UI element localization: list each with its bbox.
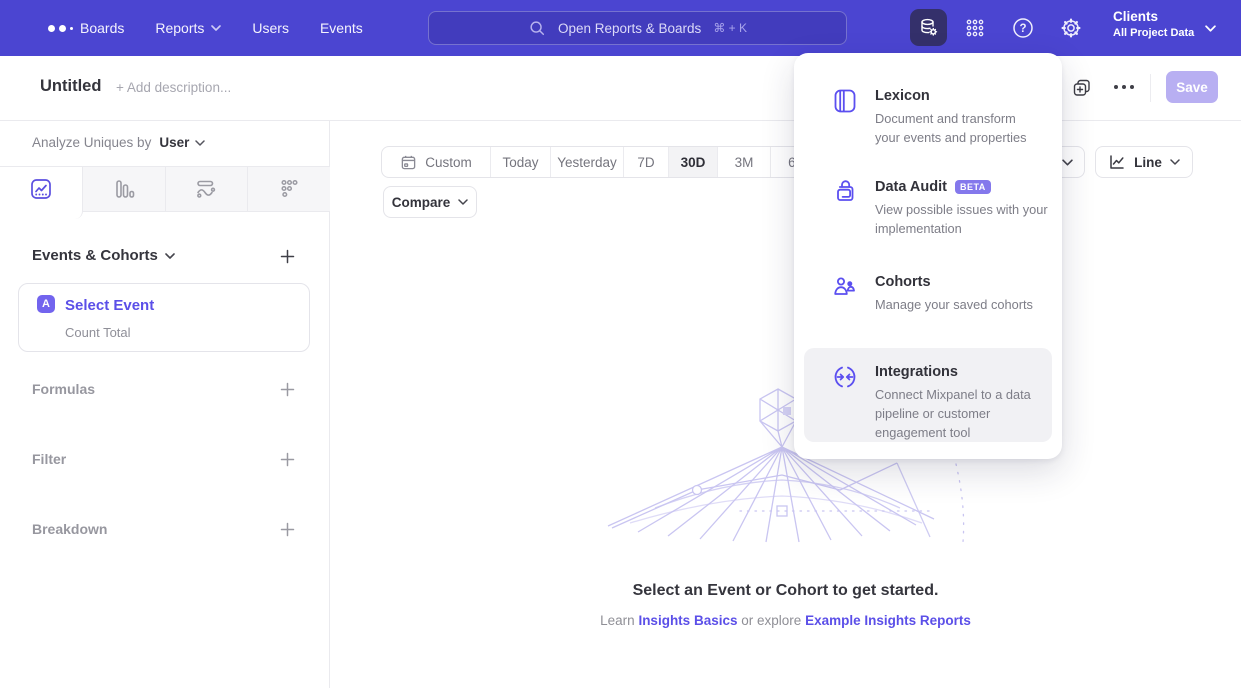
analyze-by-selector[interactable]: Analyze Uniques by User bbox=[32, 135, 205, 150]
nav-boards[interactable]: Boards bbox=[80, 20, 124, 36]
metrics-grid-icon bbox=[277, 177, 301, 201]
analyze-value: User bbox=[159, 135, 189, 150]
account-switcher[interactable]: Clients All Project Data bbox=[1113, 9, 1194, 39]
cohorts-people-icon bbox=[832, 274, 858, 300]
report-title[interactable]: Untitled bbox=[40, 77, 101, 96]
more-options-button[interactable] bbox=[1114, 85, 1134, 89]
tab-bar-chart[interactable] bbox=[83, 167, 166, 211]
insights-basics-link[interactable]: Insights Basics bbox=[638, 613, 737, 628]
help-button[interactable]: ? bbox=[1009, 14, 1037, 42]
filter-label: Filter bbox=[32, 451, 66, 467]
save-button[interactable]: Save bbox=[1166, 71, 1218, 103]
add-breakdown-button[interactable] bbox=[278, 520, 296, 538]
add-description-field[interactable]: + Add description... bbox=[116, 80, 231, 95]
data-audit-icon bbox=[833, 179, 858, 204]
settings-button[interactable] bbox=[1057, 14, 1085, 42]
select-event-label: Select Event bbox=[65, 297, 154, 314]
chevron-down-icon[interactable] bbox=[1205, 25, 1216, 32]
menu-item-data-audit[interactable]: Data AuditBETA View possible issues with… bbox=[794, 179, 1062, 238]
query-sidebar: Analyze Uniques by User bbox=[0, 121, 330, 688]
plus-icon bbox=[280, 382, 295, 397]
date-range-control: Custom Today Yesterday 7D 30D 3M 6M bbox=[381, 146, 825, 178]
range-today[interactable]: Today bbox=[491, 147, 551, 177]
line-chart-icon bbox=[29, 177, 53, 201]
lexicon-book-icon bbox=[832, 88, 858, 114]
nav-users[interactable]: Users bbox=[252, 20, 289, 36]
chart-type-tabs bbox=[0, 166, 330, 212]
breakdown-label: Breakdown bbox=[32, 521, 107, 537]
example-reports-link[interactable]: Example Insights Reports bbox=[805, 613, 971, 628]
tab-stacked-chart[interactable] bbox=[166, 167, 249, 211]
chevron-down-icon bbox=[195, 140, 205, 146]
range-30d[interactable]: 30D bbox=[669, 147, 718, 177]
chevron-down-icon bbox=[1170, 159, 1180, 165]
beta-badge: BETA bbox=[955, 180, 991, 194]
menu-item-integrations[interactable]: Integrations Connect Mixpanel to a datap… bbox=[794, 364, 1062, 442]
tab-line-chart[interactable] bbox=[0, 167, 83, 211]
empty-state-title: Select an Event or Cohort to get started… bbox=[330, 582, 1241, 600]
bar-chart-icon bbox=[112, 177, 136, 201]
nav-events[interactable]: Events bbox=[320, 20, 363, 36]
range-yesterday[interactable]: Yesterday bbox=[551, 147, 624, 177]
plus-icon bbox=[280, 522, 295, 537]
range-3m[interactable]: 3M bbox=[718, 147, 771, 177]
apps-grid-icon bbox=[964, 17, 986, 39]
apps-grid-button[interactable] bbox=[961, 14, 989, 42]
help-icon: ? bbox=[1011, 16, 1035, 40]
line-style-icon bbox=[1108, 153, 1126, 171]
add-filter-button[interactable] bbox=[278, 450, 296, 468]
account-project: All Project Data bbox=[1113, 27, 1194, 39]
empty-state-subtext: Learn Insights Basics or explore Example… bbox=[330, 613, 1241, 628]
middle-text: or explore bbox=[741, 613, 801, 628]
data-management-icon bbox=[918, 17, 939, 38]
events-cohorts-header[interactable]: Events & Cohorts bbox=[32, 247, 175, 264]
add-formula-button[interactable] bbox=[278, 380, 296, 398]
account-name: Clients bbox=[1113, 9, 1194, 24]
analyze-label: Analyze Uniques by bbox=[32, 135, 151, 150]
search-placeholder: Open Reports & Boards bbox=[558, 21, 701, 36]
plus-icon bbox=[280, 249, 295, 264]
menu-item-cohorts[interactable]: Cohorts Manage your saved cohorts bbox=[794, 274, 1062, 314]
range-7d[interactable]: 7D bbox=[624, 147, 669, 177]
compare-dropdown[interactable]: Compare bbox=[383, 186, 477, 218]
add-event-button[interactable] bbox=[278, 247, 296, 265]
global-search[interactable]: Open Reports & Boards ⌘ + K bbox=[428, 11, 847, 45]
divider bbox=[1150, 74, 1151, 102]
top-nav: Boards Reports Users Events Open Reports… bbox=[0, 0, 1241, 56]
calendar-icon bbox=[400, 154, 417, 171]
range-custom[interactable]: Custom bbox=[382, 147, 491, 177]
duplicate-icon[interactable] bbox=[1072, 78, 1092, 98]
select-event-card[interactable]: A Select Event Count Total bbox=[18, 283, 310, 352]
event-letter-badge: A bbox=[37, 295, 55, 313]
search-icon bbox=[528, 19, 546, 37]
search-shortcut: ⌘ + K bbox=[713, 21, 747, 35]
svg-text:?: ? bbox=[1019, 23, 1026, 35]
menu-item-lexicon[interactable]: Lexicon Document and transformyour event… bbox=[794, 88, 1062, 147]
tab-metrics-grid[interactable] bbox=[248, 167, 330, 211]
nav-reports[interactable]: Reports bbox=[155, 20, 221, 36]
data-management-menu: Lexicon Document and transformyour event… bbox=[794, 53, 1062, 459]
settings-gear-icon bbox=[1059, 16, 1083, 40]
chevron-down-icon bbox=[211, 25, 221, 31]
learn-prefix: Learn bbox=[600, 613, 635, 628]
chevron-down-icon bbox=[1062, 159, 1073, 166]
data-management-button[interactable] bbox=[910, 9, 947, 46]
chevron-down-icon bbox=[165, 253, 175, 259]
stacked-chart-icon bbox=[194, 177, 218, 201]
plus-icon bbox=[280, 452, 295, 467]
formulas-label: Formulas bbox=[32, 381, 95, 397]
mixpanel-logo[interactable] bbox=[48, 25, 73, 32]
integrations-sync-icon bbox=[832, 364, 858, 390]
count-total-label[interactable]: Count Total bbox=[65, 325, 131, 340]
chart-style-dropdown[interactable]: Line bbox=[1095, 146, 1193, 178]
chevron-down-icon bbox=[458, 199, 468, 205]
